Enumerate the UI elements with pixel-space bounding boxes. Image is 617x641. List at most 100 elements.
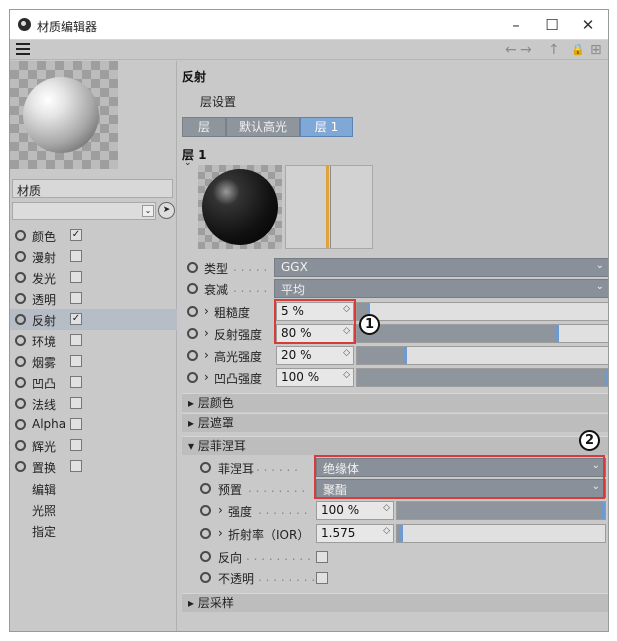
keyframe-dot-icon[interactable] [187, 328, 198, 339]
fresnel-strength-slider[interactable] [396, 501, 606, 520]
channel-checkbox[interactable] [70, 271, 82, 283]
expand-arrow-icon[interactable]: › [204, 370, 209, 384]
expand-arrow-icon[interactable]: › [204, 348, 209, 362]
collapse-arrow-icon[interactable]: ⌄ [184, 158, 192, 168]
attenuation-dropdown[interactable]: 平均 ⌄ [274, 279, 608, 298]
expand-arrow-icon[interactable]: › [218, 526, 223, 540]
layer-sphere [202, 169, 278, 245]
new-window-icon[interactable]: ⊞ [590, 41, 602, 59]
sidebar-link-assign[interactable]: 指定 [32, 523, 56, 540]
keyframe-dot-icon[interactable] [200, 572, 211, 583]
channel-item-reflectance[interactable]: 反射 ✓ [10, 309, 177, 330]
channel-item-displacement[interactable]: 置换 [10, 456, 177, 477]
spinner-icon[interactable]: ◇ [383, 526, 390, 536]
spinner-icon[interactable]: ◇ [383, 503, 390, 513]
channel-item-luminance[interactable]: 发光 [10, 267, 177, 288]
slider-knob[interactable] [555, 325, 559, 342]
fresnel-strength-input[interactable]: 100 % ◇ [316, 501, 394, 520]
channel-checkbox[interactable] [70, 292, 82, 304]
channel-checkbox[interactable] [70, 460, 82, 472]
channel-dot-icon [15, 314, 26, 325]
section-layer-color[interactable]: ▸ 层颜色 [182, 393, 608, 412]
hamburger-menu-icon[interactable] [16, 43, 30, 56]
section-layer-fresnel[interactable]: ▾ 层菲涅耳 [182, 436, 608, 455]
roughness-slider[interactable] [356, 302, 608, 321]
channel-checkbox[interactable]: ✓ [70, 229, 82, 241]
slider-knob[interactable] [606, 369, 608, 386]
slider-knob[interactable] [602, 502, 605, 519]
expand-arrow-icon[interactable]: › [204, 304, 209, 318]
channel-item-glow[interactable]: 辉光 [10, 435, 177, 456]
channel-item-environment[interactable]: 环境 [10, 330, 177, 351]
channel-item-bump[interactable]: 凹凸 [10, 372, 177, 393]
channel-label: 反射 [32, 314, 57, 328]
ior-input[interactable]: 1.575 ◇ [316, 524, 394, 543]
param-ior: › 折射率（IOR） 1.575 ◇ [178, 523, 608, 544]
section-layer-mask[interactable]: ▸ 层遮罩 [182, 413, 608, 432]
channel-item-normal[interactable]: 法线 [10, 393, 177, 414]
param-invert: 反向 . . . . . . . . . . [178, 546, 608, 567]
channel-checkbox[interactable] [70, 334, 82, 346]
slider-knob[interactable] [404, 347, 408, 364]
maximize-button[interactable]: ☐ [538, 14, 566, 36]
spinner-icon[interactable]: ◇ [343, 370, 350, 380]
channel-item-transparency[interactable]: 透明 [10, 288, 177, 309]
channel-checkbox[interactable] [70, 376, 82, 388]
channel-checkbox[interactable] [70, 418, 82, 430]
keyframe-dot-icon[interactable] [187, 283, 198, 294]
pick-arrow-icon[interactable]: ➤ [158, 202, 175, 219]
channel-item-fog[interactable]: 烟雾 [10, 351, 177, 372]
tab-layer-1[interactable]: 层 1 [300, 117, 353, 137]
lock-icon[interactable]: 🔒 [571, 41, 585, 59]
material-dropdown[interactable]: ⌄ [12, 202, 156, 220]
channel-checkbox[interactable] [70, 439, 82, 451]
keyframe-dot-icon[interactable] [187, 262, 198, 273]
channel-checkbox[interactable] [70, 250, 82, 262]
tab-layer[interactable]: 层 [182, 117, 226, 137]
specular-strength-slider[interactable] [356, 346, 608, 365]
bump-strength-slider[interactable] [356, 368, 608, 387]
ior-slider[interactable] [396, 524, 606, 543]
dots-leader: . . . . . . . . [258, 570, 316, 584]
keyframe-dot-icon[interactable] [187, 372, 198, 383]
channel-checkbox[interactable] [70, 355, 82, 367]
opaque-checkbox[interactable] [316, 572, 328, 584]
reflect-strength-slider[interactable] [356, 324, 608, 343]
keyframe-dot-icon[interactable] [187, 306, 198, 317]
back-arrow-icon[interactable]: ← [505, 41, 517, 59]
keyframe-dot-icon[interactable] [200, 528, 211, 539]
invert-checkbox[interactable] [316, 551, 328, 563]
close-button[interactable]: ✕ [574, 14, 602, 36]
type-dropdown[interactable]: GGX ⌄ [274, 258, 608, 277]
spinner-icon[interactable]: ◇ [343, 348, 350, 358]
keyframe-dot-icon[interactable] [200, 505, 211, 516]
keyframe-dot-icon[interactable] [200, 483, 211, 494]
keyframe-dot-icon[interactable] [200, 462, 211, 473]
param-type: 类型 . . . . . GGX ⌄ [178, 257, 608, 278]
chevron-down-icon[interactable]: ⌄ [142, 205, 154, 217]
expand-arrow-icon[interactable]: › [204, 326, 209, 340]
sidebar-link-edit[interactable]: 编辑 [32, 481, 56, 498]
channel-label: 发光 [32, 272, 57, 286]
tab-default-specular[interactable]: 默认高光 [226, 117, 300, 137]
layer-preview[interactable] [198, 165, 282, 249]
specular-strength-input[interactable]: 20 % ◇ [276, 346, 354, 365]
forward-arrow-icon[interactable]: → [520, 41, 532, 59]
channel-item-color[interactable]: 颜色 ✓ [10, 225, 177, 246]
keyframe-dot-icon[interactable] [200, 551, 211, 562]
section-layer-sampling[interactable]: ▸ 层采样 [182, 593, 608, 612]
material-name-field[interactable]: 材质 [12, 179, 173, 198]
channel-checkbox[interactable]: ✓ [70, 313, 82, 325]
channel-item-diffusion[interactable]: 漫射 [10, 246, 177, 267]
up-arrow-icon[interactable]: ↑ [548, 41, 560, 59]
material-preview[interactable] [10, 61, 118, 169]
channel-checkbox[interactable] [70, 397, 82, 409]
keyframe-dot-icon[interactable] [187, 350, 198, 361]
slider-knob[interactable] [400, 525, 404, 542]
bump-strength-input[interactable]: 100 % ◇ [276, 368, 354, 387]
expand-arrow-icon[interactable]: › [218, 503, 223, 517]
sidebar-link-illumination[interactable]: 光照 [32, 502, 56, 519]
material-sphere [23, 77, 99, 153]
channel-item-alpha[interactable]: Alpha [10, 414, 177, 435]
minimize-button[interactable]: – [502, 14, 530, 36]
